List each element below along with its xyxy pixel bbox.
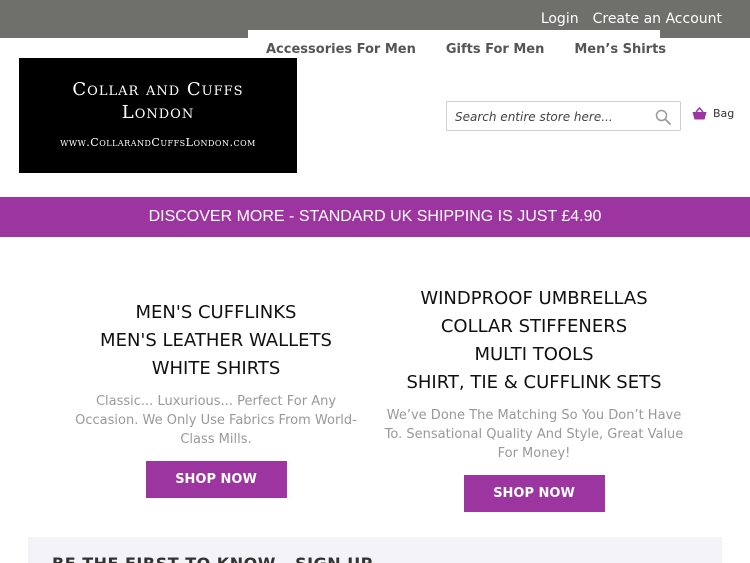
nav-gifts-for-men[interactable]: Gifts For Men: [446, 42, 545, 57]
create-account-link[interactable]: Create an Account: [593, 11, 722, 27]
promo-heading[interactable]: SHIRT, TIE & CUFFLINK SETS: [384, 369, 684, 397]
signup-title: BE THE FIRST TO KNOW - SIGN UP: [52, 554, 373, 563]
search-icon[interactable]: [655, 109, 671, 125]
shop-now-button[interactable]: SHOP NOW: [463, 475, 605, 512]
account-links: Login Create an Account: [541, 11, 722, 27]
promo-block-accessories: MEN'S CUFFLINKS MEN'S LEATHER WALLETS WH…: [66, 299, 366, 498]
search-box: [446, 101, 681, 131]
search-input[interactable]: [455, 108, 645, 126]
promo-headings: WINDPROOF UMBRELLAS COLLAR STIFFENERS MU…: [384, 285, 684, 397]
nav-mens-shirts[interactable]: Men’s Shirts: [574, 42, 666, 57]
logo-url: www.CollarandCuffsLondon.com: [60, 136, 256, 149]
promo-heading[interactable]: WHITE SHIRTS: [66, 355, 366, 383]
bag-label: Bag: [713, 107, 735, 120]
logo-line-2: London: [121, 102, 195, 123]
newsletter-signup: BE THE FIRST TO KNOW - SIGN UP: [28, 537, 722, 563]
promo-heading[interactable]: COLLAR STIFFENERS: [384, 313, 684, 341]
promo-heading[interactable]: MEN'S CUFFLINKS: [66, 299, 366, 327]
promo-block-gifts: WINDPROOF UMBRELLAS COLLAR STIFFENERS MU…: [384, 285, 684, 512]
promo-heading[interactable]: WINDPROOF UMBRELLAS: [384, 285, 684, 313]
login-link[interactable]: Login: [541, 11, 579, 27]
store-logo[interactable]: Collar and Cuffs London www.CollarandCuf…: [19, 58, 297, 173]
logo-line-1: Collar and Cuffs: [72, 79, 244, 100]
shipping-promo-banner[interactable]: DISCOVER MORE - STANDARD UK SHIPPING IS …: [0, 197, 750, 237]
promo-heading[interactable]: MULTI TOOLS: [384, 341, 684, 369]
shopping-basket-icon: [692, 107, 707, 120]
nav-accessories-for-men[interactable]: Accessories For Men: [266, 42, 416, 57]
main-nav: Accessories For Men Gifts For Men Men’s …: [266, 42, 666, 57]
bag-link[interactable]: Bag: [692, 107, 734, 120]
shop-now-button[interactable]: SHOP NOW: [145, 461, 287, 498]
promo-description: We’ve Done The Matching So You Don’t Hav…: [384, 408, 684, 461]
promo-heading[interactable]: MEN'S LEATHER WALLETS: [66, 327, 366, 355]
promo-headings: MEN'S CUFFLINKS MEN'S LEATHER WALLETS WH…: [66, 299, 366, 383]
promo-description: Classic... Luxurious... Perfect For Any …: [75, 394, 357, 447]
